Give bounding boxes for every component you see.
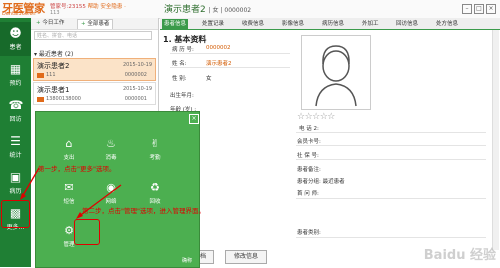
tab-patient-info[interactable]: 患者信息	[162, 19, 189, 29]
search-input[interactable]: 姓名、拼音、电话	[34, 31, 152, 40]
member-card-label: 会员卡号:	[297, 139, 321, 145]
category-label: 患者类别:	[297, 230, 321, 236]
record-no-value: 0000002	[206, 45, 231, 51]
nav-item-statistics[interactable]: ☰ 统计	[0, 130, 31, 164]
tab-imaging[interactable]: 影像信息	[280, 19, 306, 29]
tag-badge	[37, 73, 44, 78]
first-doctor-label: 首 问 师:	[297, 191, 319, 197]
menu-item-attendance[interactable]: ✌ 考勤	[140, 137, 170, 162]
scrollbar[interactable]	[492, 30, 499, 250]
minimize-button[interactable]: –	[462, 4, 472, 14]
avatar-icon	[315, 45, 357, 107]
maximize-button[interactable]: □	[474, 4, 484, 14]
nav-item-patients[interactable]: ☻ 患者	[0, 22, 31, 56]
rating-stars[interactable]: ☆☆☆☆☆	[297, 112, 335, 122]
recycle-icon: ♻	[150, 181, 160, 194]
nav-item-appointments[interactable]: ▦ 预约	[0, 58, 31, 92]
tag-badge	[37, 97, 44, 102]
account-sub: 113	[50, 10, 60, 16]
section-title: 1. 基本资料	[163, 35, 207, 44]
remark-label: 患者备注:	[297, 167, 321, 173]
close-button[interactable]: ×	[486, 4, 496, 14]
menu-item-expense[interactable]: ⌂ 支出	[54, 137, 84, 162]
phone2-label: 电 话 2:	[299, 126, 319, 132]
patient-title: 演示患者2 | 女 | 0000002	[164, 5, 252, 15]
tab-treatment[interactable]: 处置记录	[200, 19, 226, 29]
list-item[interactable]: 演示患者1 2015-10-19 13800138000 0000001	[33, 82, 156, 105]
gender-label: 性 别:	[172, 76, 187, 82]
detail-tabs: 患者信息 处置记录 收费信息 影像信息 病历信息 外加工 回访信息 处方信息	[160, 18, 500, 30]
group-label: 患者分组: 最近患者	[297, 179, 345, 185]
list-item[interactable]: 演示患者2 2015-10-19 111 0000002	[33, 58, 156, 81]
menu-item-recycle[interactable]: ♻ 回收	[140, 181, 170, 206]
chart-icon: ☰	[10, 134, 21, 148]
nav-item-followup[interactable]: ☎ 回访	[0, 94, 31, 128]
annotation-step1: 第一步，点击"更多"选项。	[38, 165, 116, 173]
annotation-step2: 第二步，点击"管理"选项，进入管理界面。	[82, 207, 205, 215]
name-label: 姓 名:	[172, 61, 187, 67]
insurance-label: 社 保 号:	[297, 153, 319, 159]
close-icon[interactable]: ×	[189, 114, 199, 124]
gender-value: 女	[206, 76, 212, 82]
tab-medical-record[interactable]: 病历信息	[320, 19, 346, 29]
app-logo-sub: Dental360.cn	[2, 11, 36, 17]
list-tabs: + 今日工作 + 全部患者	[31, 18, 158, 30]
tab-followup[interactable]: 回访信息	[394, 19, 420, 29]
annotation-arrow	[76, 184, 122, 219]
account-info[interactable]: 管家号:23155 帮助 安全隐患 ·	[50, 2, 126, 10]
popup-corner-label: 确称	[182, 258, 193, 264]
tab-external[interactable]: 外加工	[360, 19, 381, 29]
home-icon: ⌂	[65, 137, 73, 150]
birth-label: 出生年月:	[170, 93, 194, 99]
recent-patients-header[interactable]: ▾ 最近患者 (2)	[34, 49, 73, 58]
attendance-icon: ✌	[150, 137, 160, 150]
tab-billing[interactable]: 收费信息	[240, 19, 266, 29]
left-nav: ☻ 患者 ▦ 预约 ☎ 回访 ☰ 统计 ▣ 病历 ▩ 更多...	[0, 18, 31, 267]
tab-all-patients[interactable]: + 全部患者	[77, 19, 114, 29]
more-menu-popup: × ⌂ 支出 ♨ 消毒 ✌ 考勤 ✉ 短信 ◉ 网络 ♻ 回收 ⚙ 管理 确称	[35, 111, 200, 268]
menu-item-sterilize[interactable]: ♨ 消毒	[96, 137, 126, 162]
name-value: 演示患者2	[206, 61, 232, 67]
user-icon: ☻	[9, 26, 22, 40]
watermark: Baidu 经验	[423, 248, 496, 263]
patient-photo[interactable]	[301, 35, 371, 110]
edit-info-button[interactable]: 修改信息	[225, 250, 267, 264]
tab-today[interactable]: + 今日工作	[33, 19, 67, 28]
sterilize-icon: ♨	[106, 137, 116, 150]
record-no-label: 病 历 号:	[172, 47, 194, 53]
calendar-icon: ▦	[9, 62, 22, 76]
phone-icon: ☎	[8, 98, 24, 112]
manage-highlight-box	[74, 219, 100, 245]
tab-prescription[interactable]: 处方信息	[434, 19, 460, 29]
